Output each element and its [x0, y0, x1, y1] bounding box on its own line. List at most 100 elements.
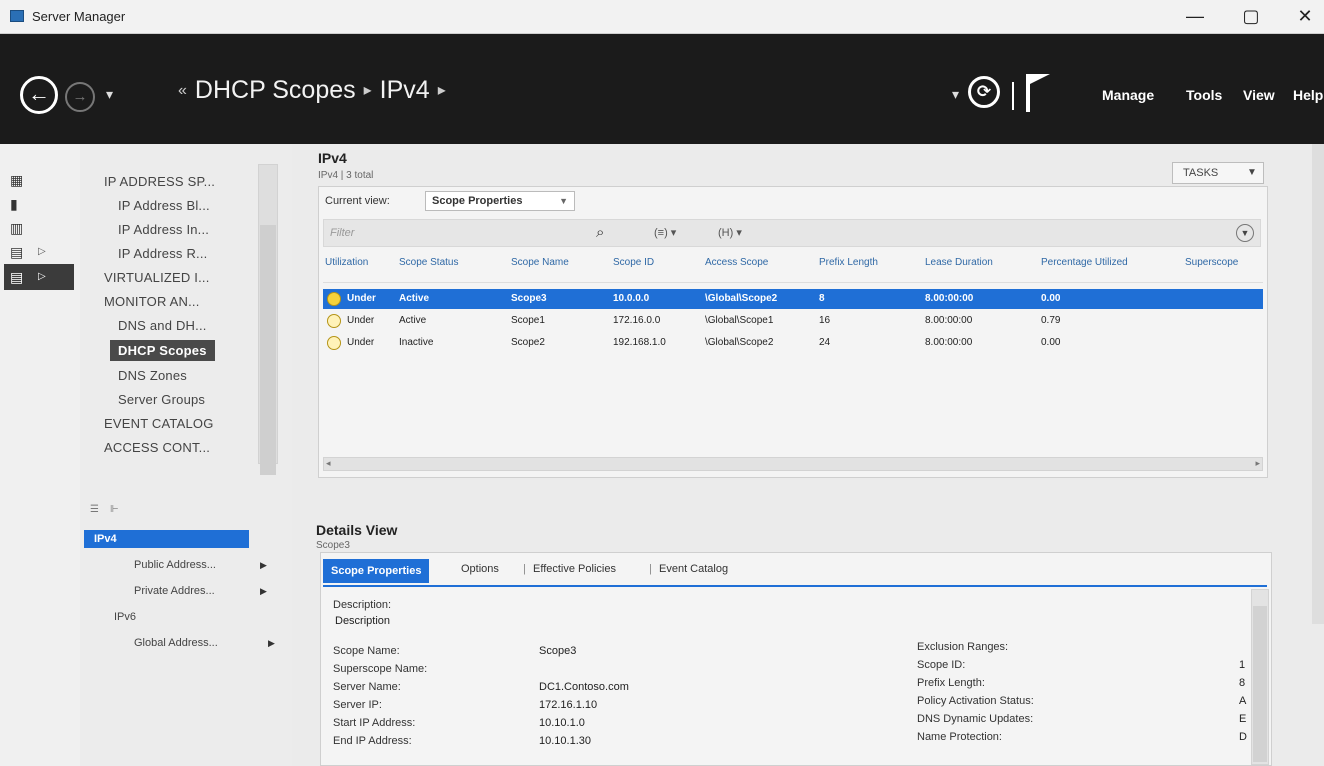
- roles-icon[interactable]: ▤: [10, 242, 32, 262]
- all-servers-icon[interactable]: ▥: [10, 218, 32, 238]
- menu-help[interactable]: Help: [1293, 87, 1323, 103]
- subtree-item-private-address[interactable]: Private Addres...: [134, 585, 215, 597]
- menu-view[interactable]: View: [1243, 87, 1275, 103]
- tree-item-access-control[interactable]: ACCESS CONT...: [104, 440, 210, 455]
- tab-scope-properties[interactable]: Scope Properties: [323, 559, 430, 583]
- expand-arrow-icon[interactable]: ▷: [38, 242, 46, 262]
- table-row[interactable]: Under Active Scope3 10.0.0.0 \Global\Sco…: [323, 289, 1263, 309]
- column-header-scope-name[interactable]: Scope Name: [511, 257, 569, 268]
- cell-prefix-length: 16: [819, 315, 831, 326]
- tab-separator: |: [649, 563, 652, 575]
- expand-arrow-icon[interactable]: ▷: [38, 267, 46, 287]
- ipam-icon[interactable]: ▤: [10, 267, 32, 287]
- query-options-button[interactable]: (≡) ▾: [654, 226, 676, 239]
- detail-key: Exclusion Ranges:: [917, 641, 1009, 653]
- tree-item-ip-address-range[interactable]: IP Address R...: [118, 246, 207, 261]
- navigation-tree: IP ADDRESS SP... IP Address Bl... IP Add…: [80, 144, 292, 766]
- forward-arrow-icon: →: [72, 88, 88, 105]
- close-button[interactable]: ✕: [1290, 5, 1320, 29]
- minimize-button[interactable]: —: [1180, 5, 1210, 29]
- notifications-flag-icon[interactable]: [1026, 74, 1052, 112]
- column-header-scope-id[interactable]: Scope ID: [613, 257, 654, 268]
- expand-arrow-icon[interactable]: ▶: [260, 560, 267, 571]
- local-server-icon[interactable]: ▮: [10, 194, 32, 214]
- tree-item-ip-address-space[interactable]: IP ADDRESS SP...: [104, 174, 215, 189]
- page-scrollbar[interactable]: [1312, 144, 1324, 624]
- subtree-item-global-address[interactable]: Global Address...: [134, 637, 218, 649]
- grid-header-separator: [323, 282, 1263, 283]
- column-header-utilization[interactable]: Utilization: [325, 257, 368, 268]
- breadcrumb-ipv4[interactable]: IPv4: [380, 76, 430, 104]
- saved-queries-button[interactable]: (H) ▾: [718, 226, 742, 239]
- details-scrollbar-thumb[interactable]: [1253, 606, 1267, 762]
- tree-item-dhcp-scopes[interactable]: DHCP Scopes: [110, 340, 215, 361]
- subtree-item-ipv4[interactable]: IPv4: [84, 530, 249, 548]
- detail-key: Scope ID:: [917, 659, 966, 671]
- column-header-scope-status[interactable]: Scope Status: [399, 257, 458, 268]
- tree-item-dns-and-dhcp[interactable]: DNS and DH...: [118, 318, 207, 333]
- refresh-dropdown-chevron-icon[interactable]: ▾: [952, 86, 959, 103]
- list-view-icon[interactable]: ☰: [90, 504, 99, 515]
- window-title-bar: Server Manager — ▢ ✕: [0, 0, 1324, 34]
- column-header-prefix-length[interactable]: Prefix Length: [819, 257, 878, 268]
- detail-key: Scope Name:: [333, 645, 400, 657]
- tree-item-dns-zones[interactable]: DNS Zones: [118, 368, 187, 383]
- filter-input[interactable]: Filter: [330, 227, 354, 239]
- server-manager-app-icon: [10, 10, 24, 22]
- menu-tools[interactable]: Tools: [1186, 87, 1222, 103]
- table-row[interactable]: Under Active Scope1 172.16.0.0 \Global\S…: [323, 311, 1263, 331]
- detail-value: E: [1239, 713, 1247, 725]
- column-header-access-scope[interactable]: Access Scope: [705, 257, 768, 268]
- maximize-button[interactable]: ▢: [1236, 5, 1266, 29]
- dashboard-icon[interactable]: ▦: [10, 170, 32, 190]
- tree-item-ip-address-inventory[interactable]: IP Address In...: [118, 222, 209, 237]
- column-header-percentage-utilized[interactable]: Percentage Utilized: [1041, 257, 1128, 268]
- expand-arrow-icon[interactable]: ▶: [268, 638, 275, 649]
- detail-value: A: [1239, 695, 1247, 707]
- tab-options[interactable]: Options: [461, 563, 499, 575]
- tree-item-ip-address-blocks[interactable]: IP Address Bl...: [118, 198, 210, 213]
- cell-scope-name: Scope3: [511, 293, 547, 304]
- subtree-item-ipv6[interactable]: IPv6: [114, 611, 136, 623]
- scroll-right-icon[interactable]: ▸: [1255, 458, 1260, 469]
- refresh-button[interactable]: ⟳: [968, 76, 1000, 108]
- current-view-value: Scope Properties: [432, 195, 523, 207]
- breadcrumb-separator-icon[interactable]: ▸: [364, 82, 372, 99]
- column-header-superscope[interactable]: Superscope: [1185, 257, 1238, 268]
- cell-access-scope: \Global\Scope1: [705, 315, 774, 326]
- expand-icon[interactable]: ▼: [1236, 224, 1254, 242]
- tab-event-catalog[interactable]: Event Catalog: [659, 563, 728, 575]
- breadcrumb-dhcp-scopes[interactable]: DHCP Scopes: [195, 76, 356, 104]
- menu-manage[interactable]: Manage: [1102, 87, 1154, 103]
- tasks-button[interactable]: TASKS ▼: [1172, 162, 1264, 184]
- grid-horizontal-scrollbar[interactable]: ◂ ▸: [323, 457, 1263, 471]
- tab-separator: |: [523, 563, 526, 575]
- search-icon[interactable]: ⌕: [596, 224, 604, 241]
- current-view-select[interactable]: Scope Properties ▼: [425, 191, 575, 211]
- tree-item-virtualized[interactable]: VIRTUALIZED I...: [104, 270, 210, 285]
- details-scrollbar[interactable]: [1251, 589, 1269, 765]
- detail-key: Server Name:: [333, 681, 401, 693]
- subtree-item-public-address[interactable]: Public Address...: [134, 559, 216, 571]
- tree-scrollbar[interactable]: [258, 164, 278, 475]
- column-header-lease-duration[interactable]: Lease Duration: [925, 257, 993, 268]
- refresh-icon: ⟳: [976, 82, 992, 101]
- tab-effective-policies[interactable]: Effective Policies: [533, 563, 616, 575]
- cell-scope-id: 172.16.0.0: [613, 315, 661, 326]
- history-dropdown-chevron-icon[interactable]: ▾: [106, 86, 113, 103]
- tree-scrollbar-thumb[interactable]: [260, 225, 276, 475]
- breadcrumb-separator-icon[interactable]: ▸: [438, 82, 446, 99]
- expand-arrow-icon[interactable]: ▶: [260, 586, 267, 597]
- description-label: Description:: [333, 599, 392, 611]
- tree-item-event-catalog[interactable]: EVENT CATALOG: [104, 416, 214, 431]
- tree-item-monitor-and-manage[interactable]: MONITOR AN...: [104, 294, 200, 309]
- table-row[interactable]: Under Inactive Scope2 192.168.1.0 \Globa…: [323, 333, 1263, 353]
- back-button[interactable]: ←: [20, 76, 58, 114]
- window-title: Server Manager: [32, 9, 126, 24]
- details-tabs: Scope Properties Options | Effective Pol…: [323, 557, 1267, 587]
- scroll-left-icon[interactable]: ◂: [326, 458, 331, 469]
- tree-item-server-groups[interactable]: Server Groups: [118, 392, 205, 407]
- tree-view-icon[interactable]: ⊩: [110, 504, 119, 515]
- forward-button[interactable]: →: [65, 82, 95, 112]
- breadcrumb-back-chevron-icon[interactable]: «: [178, 82, 187, 99]
